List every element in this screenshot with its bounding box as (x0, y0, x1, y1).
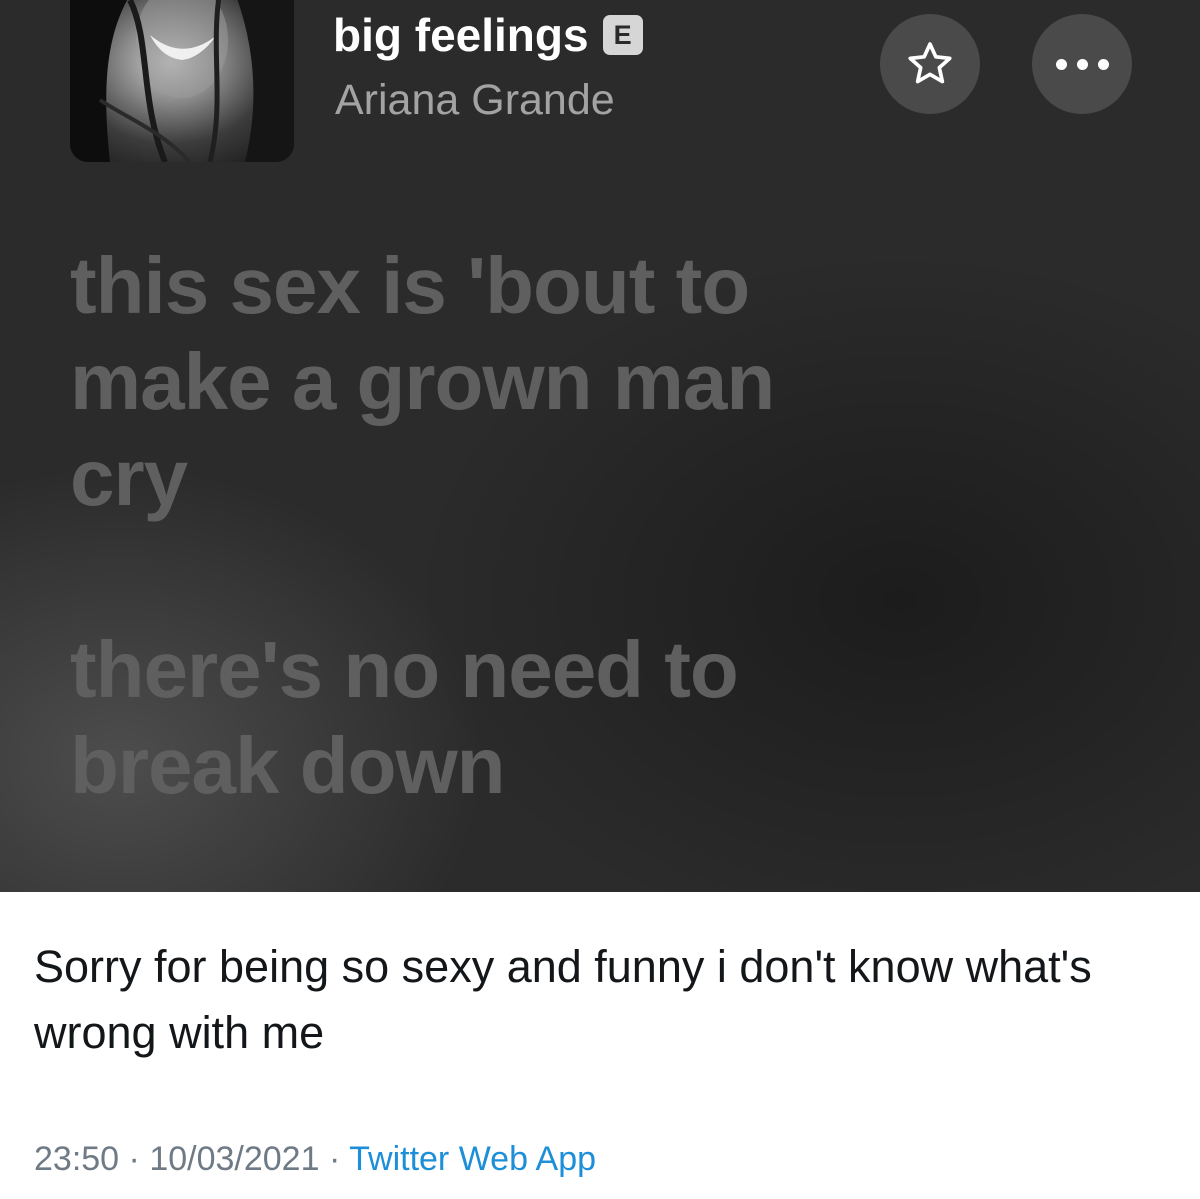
more-horizontal-icon (1055, 58, 1109, 70)
song-title-row: big feelings E (333, 8, 643, 62)
lyric-stanza-break (70, 526, 1130, 622)
tweet: Sorry for being so sexy and funny i don'… (0, 892, 1200, 1199)
lyric-line[interactable]: make a grown man (70, 334, 1130, 430)
favorite-button[interactable] (880, 14, 980, 114)
song-title: big feelings (333, 9, 589, 61)
lyrics-view: this sex is 'bout to make a grown man cr… (70, 238, 1130, 814)
tweet-time[interactable]: 23:50 (34, 1140, 119, 1178)
tweet-date[interactable]: 10/03/2021 (149, 1140, 319, 1178)
tweet-text: Sorry for being so sexy and funny i don'… (34, 941, 1092, 1058)
star-outline-icon (908, 42, 952, 84)
lyrics-screen: big feelings E Ariana Grande this sex is… (0, 0, 1200, 892)
lyric-line[interactable]: cry (70, 430, 1130, 526)
album-cover[interactable] (70, 0, 294, 162)
lyric-line[interactable]: there's no need to (70, 622, 1130, 718)
explicit-badge: E (602, 15, 643, 55)
artist-name[interactable]: Ariana Grande (335, 76, 615, 125)
meta-separator: · (128, 1140, 140, 1178)
tweet-meta: 23:50 · 10/03/2021 · Twitter Web App (34, 1140, 596, 1179)
lyric-line[interactable]: break down (70, 718, 1130, 814)
lyric-line[interactable]: this sex is 'bout to (70, 238, 1130, 334)
meta-separator: · (328, 1140, 341, 1178)
album-cover-photo (70, 0, 294, 162)
tweet-source-link[interactable]: Twitter Web App (349, 1140, 596, 1178)
more-options-button[interactable] (1032, 14, 1132, 114)
